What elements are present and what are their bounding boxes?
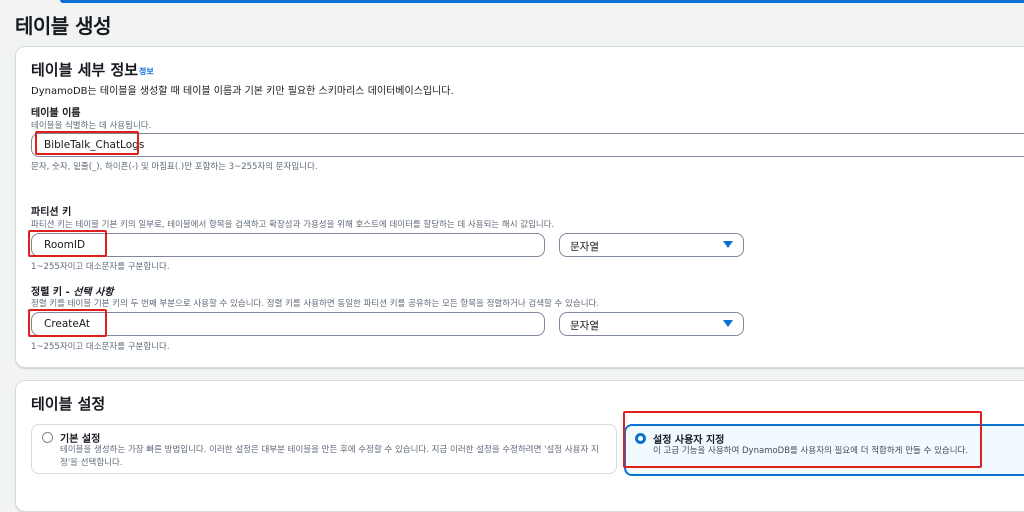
sort-key-hint: 1~255자이고 대소문자를 구분합니다. [31, 342, 170, 352]
sort-key-sublabel: 정렬 키를 테이블 기본 키의 두 번째 부분으로 사용할 수 있습니다. 정렬… [31, 299, 600, 309]
sort-key-input[interactable]: CreateAt [31, 312, 545, 336]
table-name-sublabel: 테이블을 식별하는 데 사용됩니다. [31, 121, 152, 131]
partition-key-input[interactable]: RoomID [31, 233, 545, 257]
page-title: 테이블 생성 [15, 14, 111, 38]
sort-key-label: 정렬 키 - 선택 사항 [31, 283, 114, 298]
custom-settings-radio[interactable] [635, 433, 646, 444]
partition-key-label: 파티션 키 [31, 207, 72, 218]
table-name-input[interactable]: BibleTalk_ChatLogs [31, 133, 1024, 157]
caret-down-icon [723, 320, 733, 327]
custom-settings-tile[interactable]: 설정 사용자 지정 이 고급 기능을 사용하여 DynamoDB를 사용자의 필… [624, 424, 1024, 476]
sort-key-type-value: 문자열 [570, 320, 599, 332]
partition-key-value: RoomID [44, 239, 86, 251]
partition-key-hint: 1~255자이고 대소문자를 구분합니다. [31, 262, 170, 272]
top-accent-bar [60, 0, 1024, 3]
table-details-heading: 테이블 세부 정보 [31, 61, 139, 79]
default-settings-tile[interactable]: 기본 설정 테이블을 생성하는 가장 빠른 방법입니다. 이러한 설정은 대부분… [31, 424, 617, 474]
table-name-value: BibleTalk_ChatLogs [44, 139, 145, 151]
info-link[interactable]: 정보 [139, 66, 154, 77]
custom-settings-description: 이 고급 기능을 사용하여 DynamoDB를 사용자의 필요에 더 적합하게 … [653, 446, 969, 456]
partition-key-type-value: 문자열 [570, 241, 599, 253]
sort-key-value: CreateAt [44, 318, 91, 330]
partition-key-sublabel: 파티션 키는 테이블 기본 키의 일부로, 테이블에서 항목을 검색하고 확장성… [31, 220, 555, 230]
table-settings-heading: 테이블 설정 [31, 395, 106, 413]
default-settings-radio[interactable] [42, 432, 53, 443]
default-settings-description: 테이블을 생성하는 가장 빠른 방법입니다. 이러한 설정은 대부분 테이블을 … [60, 445, 599, 468]
table-details-description: DynamoDB는 테이블을 생성할 때 테이블 이름과 기본 키만 필요한 스… [31, 86, 454, 97]
sort-key-type-select[interactable]: 문자열 [559, 312, 744, 336]
partition-key-type-select[interactable]: 문자열 [559, 233, 744, 257]
caret-down-icon [723, 241, 733, 248]
default-settings-title: 기본 설정 [60, 434, 101, 445]
custom-settings-title: 설정 사용자 지정 [653, 435, 725, 446]
table-details-panel: 테이블 세부 정보 정보 DynamoDB는 테이블을 생성할 때 테이블 이름… [15, 46, 1024, 368]
table-name-label: 테이블 이름 [31, 108, 81, 119]
table-name-hint: 문자, 숫자, 밑줄(_), 하이픈(-) 및 마침표(.)만 포함하는 3~2… [31, 162, 318, 172]
table-settings-panel: 테이블 설정 기본 설정 테이블을 생성하는 가장 빠른 방법입니다. 이러한 … [15, 380, 1024, 512]
